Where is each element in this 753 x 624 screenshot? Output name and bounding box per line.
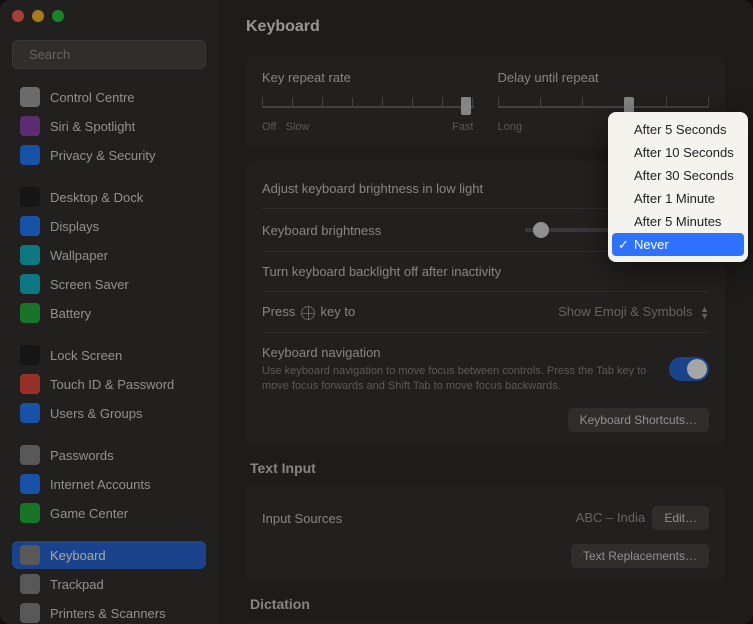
key-repeat-label: Key repeat rate (262, 70, 474, 85)
sidebar-icon (20, 187, 40, 207)
sidebar-icon (20, 345, 40, 365)
sidebar-item-label: Game Center (50, 506, 128, 521)
input-sources-value: ABC – India (576, 510, 645, 525)
minimize-window[interactable] (32, 10, 44, 22)
sidebar-item-trackpad[interactable]: Trackpad (12, 570, 206, 598)
dropdown-option[interactable]: After 10 Seconds (612, 141, 744, 164)
keyboard-shortcuts-button[interactable]: Keyboard Shortcuts… (568, 408, 709, 432)
sidebar-item-internet-accounts[interactable]: Internet Accounts (12, 470, 206, 498)
sidebar-item-label: Touch ID & Password (50, 377, 174, 392)
sidebar-item-control-centre[interactable]: Control Centre (12, 83, 206, 111)
sidebar-item-users-groups[interactable]: Users & Groups (12, 399, 206, 427)
dropdown-option[interactable]: After 5 Minutes (612, 210, 744, 233)
sidebar-item-touch-id-password[interactable]: Touch ID & Password (12, 370, 206, 398)
sidebar-item-label: Trackpad (50, 577, 104, 592)
sidebar-icon (20, 445, 40, 465)
text-input-section: Input Sources ABC – India Edit… Text Rep… (246, 486, 725, 582)
keyboard-nav-label: Keyboard navigation (262, 345, 669, 360)
sidebar-icon (20, 603, 40, 623)
search-box[interactable] (12, 40, 206, 69)
sidebar-item-label: Passwords (50, 448, 114, 463)
sidebar-item-keyboard[interactable]: Keyboard (12, 541, 206, 569)
sidebar-icon (20, 574, 40, 594)
sidebar-icon (20, 245, 40, 265)
sidebar-item-label: Screen Saver (50, 277, 129, 292)
delay-repeat-label: Delay until repeat (498, 70, 710, 85)
sidebar-item-label: Wallpaper (50, 248, 108, 263)
sidebar-item-label: Displays (50, 219, 99, 234)
sidebar-item-label: Users & Groups (50, 406, 142, 421)
keyboard-nav-desc: Use keyboard navigation to move focus be… (262, 364, 669, 395)
sidebar-icon (20, 545, 40, 565)
text-replacements-button[interactable]: Text Replacements… (571, 544, 709, 568)
globe-icon (301, 306, 315, 320)
sidebar-item-label: Privacy & Security (50, 148, 155, 163)
sidebar-item-label: Keyboard (50, 548, 106, 563)
sidebar-icon (20, 116, 40, 136)
dropdown-option[interactable]: After 1 Minute (612, 187, 744, 210)
sidebar-item-privacy-security[interactable]: Privacy & Security (12, 141, 206, 169)
main-content: Keyboard Key repeat rate Off Slow Fast D… (218, 0, 753, 624)
keyboard-nav-toggle[interactable] (669, 357, 709, 381)
maximize-window[interactable] (52, 10, 64, 22)
dictation-title: Dictation (250, 596, 725, 612)
backlight-off-label: Turn keyboard backlight off after inacti… (262, 264, 501, 279)
sidebar-item-label: Printers & Scanners (50, 606, 166, 621)
sidebar-item-printers-scanners[interactable]: Printers & Scanners (12, 599, 206, 624)
brightness-label: Keyboard brightness (262, 223, 381, 238)
sidebar-item-wallpaper[interactable]: Wallpaper (12, 241, 206, 269)
close-window[interactable] (12, 10, 24, 22)
sidebar-item-battery[interactable]: Battery (12, 299, 206, 327)
dropdown-option[interactable]: After 5 Seconds (612, 118, 744, 141)
sidebar-icon (20, 374, 40, 394)
press-key-value[interactable]: Show Emoji & Symbols ▲▼ (558, 304, 709, 320)
search-input[interactable] (29, 47, 205, 62)
key-repeat-slider[interactable] (262, 97, 474, 117)
sidebar-item-label: Internet Accounts (50, 477, 150, 492)
page-title: Keyboard (246, 18, 725, 36)
sidebar-item-label: Desktop & Dock (50, 190, 143, 205)
sidebar-item-label: Battery (50, 306, 91, 321)
sidebar-icon (20, 503, 40, 523)
backlight-timeout-dropdown[interactable]: After 5 SecondsAfter 10 SecondsAfter 30 … (608, 112, 748, 262)
sidebar-icon (20, 474, 40, 494)
sidebar-item-passwords[interactable]: Passwords (12, 441, 206, 469)
check-icon: ✓ (618, 237, 629, 253)
sidebar-icon (20, 274, 40, 294)
sidebar-item-game-center[interactable]: Game Center (12, 499, 206, 527)
sidebar: Control Centre Siri & Spotlight Privacy & … (0, 0, 218, 624)
sidebar-icon (20, 303, 40, 323)
sidebar-icon (20, 216, 40, 236)
press-key-label: Press key to (262, 304, 355, 320)
sidebar-item-lock-screen[interactable]: Lock Screen (12, 341, 206, 369)
input-sources-label: Input Sources (262, 511, 342, 526)
edit-input-sources-button[interactable]: Edit… (652, 506, 709, 530)
sidebar-item-label: Lock Screen (50, 348, 122, 363)
adjust-brightness-label: Adjust keyboard brightness in low light (262, 181, 483, 196)
traffic-lights (12, 10, 206, 22)
sidebar-icon (20, 145, 40, 165)
sidebar-icon (20, 403, 40, 423)
sidebar-item-displays[interactable]: Displays (12, 212, 206, 240)
sidebar-icon (20, 87, 40, 107)
chevron-up-down-icon: ▲▼ (700, 306, 709, 320)
sidebar-item-label: Siri & Spotlight (50, 119, 135, 134)
dropdown-option[interactable]: After 30 Seconds (612, 164, 744, 187)
text-input-title: Text Input (250, 460, 725, 476)
sidebar-item-label: Control Centre (50, 90, 135, 105)
sidebar-item-screen-saver[interactable]: Screen Saver (12, 270, 206, 298)
sidebar-item-siri-spotlight[interactable]: Siri & Spotlight (12, 112, 206, 140)
dropdown-option[interactable]: ✓Never (612, 233, 744, 256)
sidebar-item-desktop-dock[interactable]: Desktop & Dock (12, 183, 206, 211)
